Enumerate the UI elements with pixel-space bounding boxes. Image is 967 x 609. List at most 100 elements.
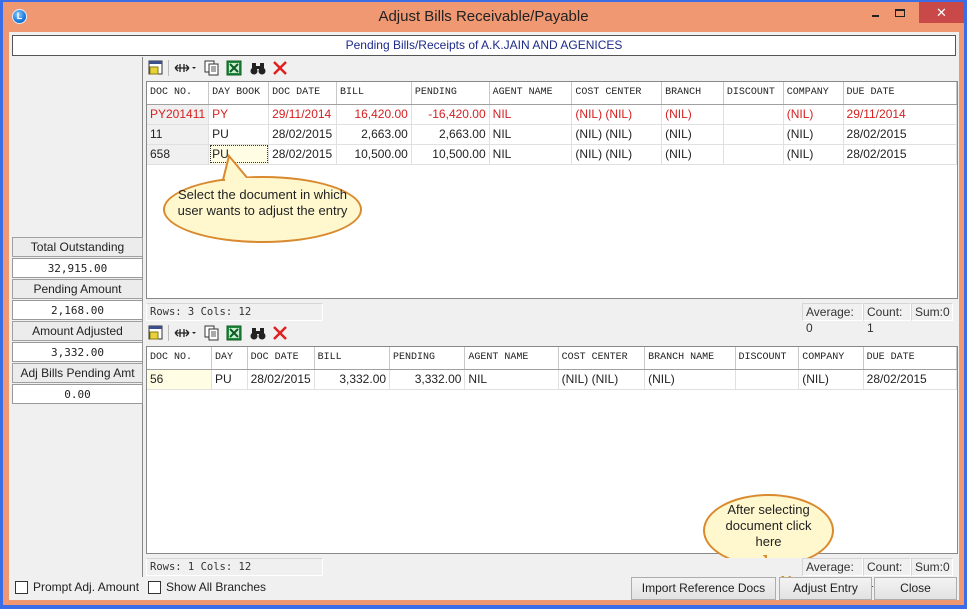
table-cell[interactable]: 28/02/2015: [247, 369, 315, 390]
maximize-button[interactable]: [886, 2, 914, 23]
table-cell[interactable]: 29/11/2014: [268, 104, 338, 125]
table-cell[interactable]: 11: [147, 124, 210, 145]
table-cell[interactable]: NIL: [489, 144, 573, 165]
table-cell[interactable]: NIL: [489, 104, 573, 125]
show-all-branches-checkbox[interactable]: Show All Branches: [148, 580, 266, 594]
table-cell[interactable]: 2,663.00: [411, 124, 490, 145]
copy-icon[interactable]: [204, 325, 220, 341]
table-cell[interactable]: (NIL): [783, 124, 844, 145]
table-row[interactable]: 56 PU 28/02/2015 3,332.00 3,332.00 NIL (NIL) (…: [147, 369, 958, 390]
table-cell[interactable]: PU: [208, 124, 270, 145]
table-cell[interactable]: (NIL) (NIL): [571, 124, 663, 145]
clear-icon[interactable]: [272, 60, 288, 76]
prompt-adj-amount-label: Prompt Adj. Amount: [33, 580, 140, 594]
column-header[interactable]: AGENT NAME: [464, 347, 559, 370]
column-header[interactable]: DOC DATE: [268, 82, 338, 105]
prompt-adj-amount-checkbox[interactable]: Prompt Adj. Amount: [15, 580, 139, 594]
column-header[interactable]: AGENT NAME: [489, 82, 573, 105]
table-cell[interactable]: (NIL): [644, 369, 736, 390]
column-header[interactable]: PENDING: [411, 82, 490, 105]
column-header[interactable]: BILL: [314, 347, 391, 370]
table-cell[interactable]: (NIL) (NIL): [571, 104, 663, 125]
column-header[interactable]: DOC DATE: [247, 347, 315, 370]
table-cell[interactable]: 56: [147, 369, 212, 390]
table-cell[interactable]: (NIL): [661, 144, 724, 165]
table-cell[interactable]: PY: [208, 104, 270, 125]
copy-icon[interactable]: [204, 60, 220, 76]
column-header[interactable]: BILL: [336, 82, 412, 105]
column-width-icon[interactable]: [174, 325, 198, 341]
grid-settings-icon[interactable]: [148, 60, 164, 76]
close-button[interactable]: Close: [874, 577, 957, 600]
table-row[interactable]: 11 PU 28/02/2015 2,663.00 2,663.00 NIL (NIL) (…: [147, 124, 958, 145]
table-cell[interactable]: NIL: [489, 124, 573, 145]
column-header[interactable]: DAY: [211, 347, 248, 370]
adjust-entry-button[interactable]: Adjust Entry: [779, 577, 872, 600]
column-header[interactable]: COMPANY: [783, 82, 844, 105]
table-cell[interactable]: (NIL) (NIL): [558, 369, 646, 390]
select-document-callout-text: Select the document in which user wants …: [177, 187, 348, 218]
table-cell[interactable]: 28/02/2015: [843, 124, 958, 145]
table-cell[interactable]: PU: [211, 369, 248, 390]
table-row[interactable]: 658 PU 28/02/2015 10,500.00 10,500.00 NIL (NIL…: [147, 144, 958, 165]
total-outstanding-label: Total Outstanding: [12, 237, 143, 257]
column-header[interactable]: DAY BOOK: [208, 82, 270, 105]
table-cell[interactable]: [723, 124, 784, 145]
adjust-bills-table: DOC NO. DAY DOC DATE BILL PENDING AGENT NAME C…: [147, 347, 958, 390]
excel-export-icon[interactable]: [226, 325, 242, 341]
table-cell[interactable]: 3,332.00: [389, 369, 466, 390]
table-cell[interactable]: 28/02/2015: [268, 144, 338, 165]
column-header[interactable]: DISCOUNT: [723, 82, 784, 105]
table-cell[interactable]: (NIL): [783, 144, 844, 165]
pending-amount-value: 2,168.00: [12, 300, 143, 320]
window-title: Adjust Bills Receivable/Payable: [378, 8, 589, 25]
column-header[interactable]: PENDING: [389, 347, 466, 370]
find-icon[interactable]: [250, 325, 266, 341]
column-header[interactable]: BRANCH: [661, 82, 724, 105]
table-cell[interactable]: 658: [147, 144, 210, 165]
import-reference-docs-button[interactable]: Import Reference Docs: [631, 577, 776, 600]
checkbox-box[interactable]: [15, 580, 28, 594]
table-row[interactable]: PY201411 PY 29/11/2014 16,420.00 -16,420.00 N…: [147, 104, 958, 125]
table-cell[interactable]: (NIL) (NIL): [571, 144, 663, 165]
table-cell[interactable]: 28/02/2015: [268, 124, 338, 145]
table-cell[interactable]: -16,420.00: [411, 104, 490, 125]
find-icon[interactable]: [250, 60, 266, 76]
table-cell[interactable]: (NIL): [783, 104, 844, 125]
minimize-icon: [872, 15, 879, 17]
checkbox-box[interactable]: [148, 580, 161, 594]
table-cell[interactable]: (NIL): [661, 104, 724, 125]
table-cell[interactable]: 10,500.00: [336, 144, 412, 165]
table-cell[interactable]: [735, 369, 800, 390]
table-cell[interactable]: 3,332.00: [314, 369, 391, 390]
table-cell[interactable]: PY201411: [147, 104, 210, 125]
table-cell[interactable]: (NIL): [661, 124, 724, 145]
column-header[interactable]: DUE DATE: [843, 82, 958, 105]
clear-icon[interactable]: [272, 325, 288, 341]
table-cell[interactable]: [723, 144, 784, 165]
column-header[interactable]: BRANCH NAME: [644, 347, 736, 370]
table-cell[interactable]: 29/11/2014: [843, 104, 958, 125]
column-header[interactable]: COST CENTER: [558, 347, 646, 370]
table-cell[interactable]: 28/02/2015: [863, 369, 958, 390]
column-width-icon[interactable]: [174, 60, 198, 76]
column-header[interactable]: DOC NO.: [147, 347, 212, 370]
table-cell[interactable]: [723, 104, 784, 125]
table-cell[interactable]: (NIL): [798, 369, 864, 390]
table-cell[interactable]: 10,500.00: [411, 144, 490, 165]
close-window-button[interactable]: ✕: [919, 2, 964, 23]
table-cell[interactable]: 2,663.00: [336, 124, 412, 145]
column-header[interactable]: COMPANY: [798, 347, 864, 370]
table-cell[interactable]: 28/02/2015: [843, 144, 958, 165]
column-header[interactable]: COST CENTER: [571, 82, 663, 105]
adjust-bills-grid[interactable]: DOC NO. DAY DOC DATE BILL PENDING AGENT NAME C…: [146, 346, 958, 554]
excel-export-icon[interactable]: [226, 60, 242, 76]
column-header[interactable]: DISCOUNT: [735, 347, 800, 370]
column-header[interactable]: DOC NO.: [147, 82, 210, 105]
column-header[interactable]: DUE DATE: [863, 347, 958, 370]
grid-settings-icon[interactable]: [148, 325, 164, 341]
table-cell[interactable]: NIL: [464, 369, 559, 390]
title-bar[interactable]: L Adjust Bills Receivable/Payable ✕: [3, 2, 964, 30]
adj-bills-pending-label: Adj Bills Pending Amt: [12, 363, 143, 383]
table-cell[interactable]: 16,420.00: [336, 104, 412, 125]
